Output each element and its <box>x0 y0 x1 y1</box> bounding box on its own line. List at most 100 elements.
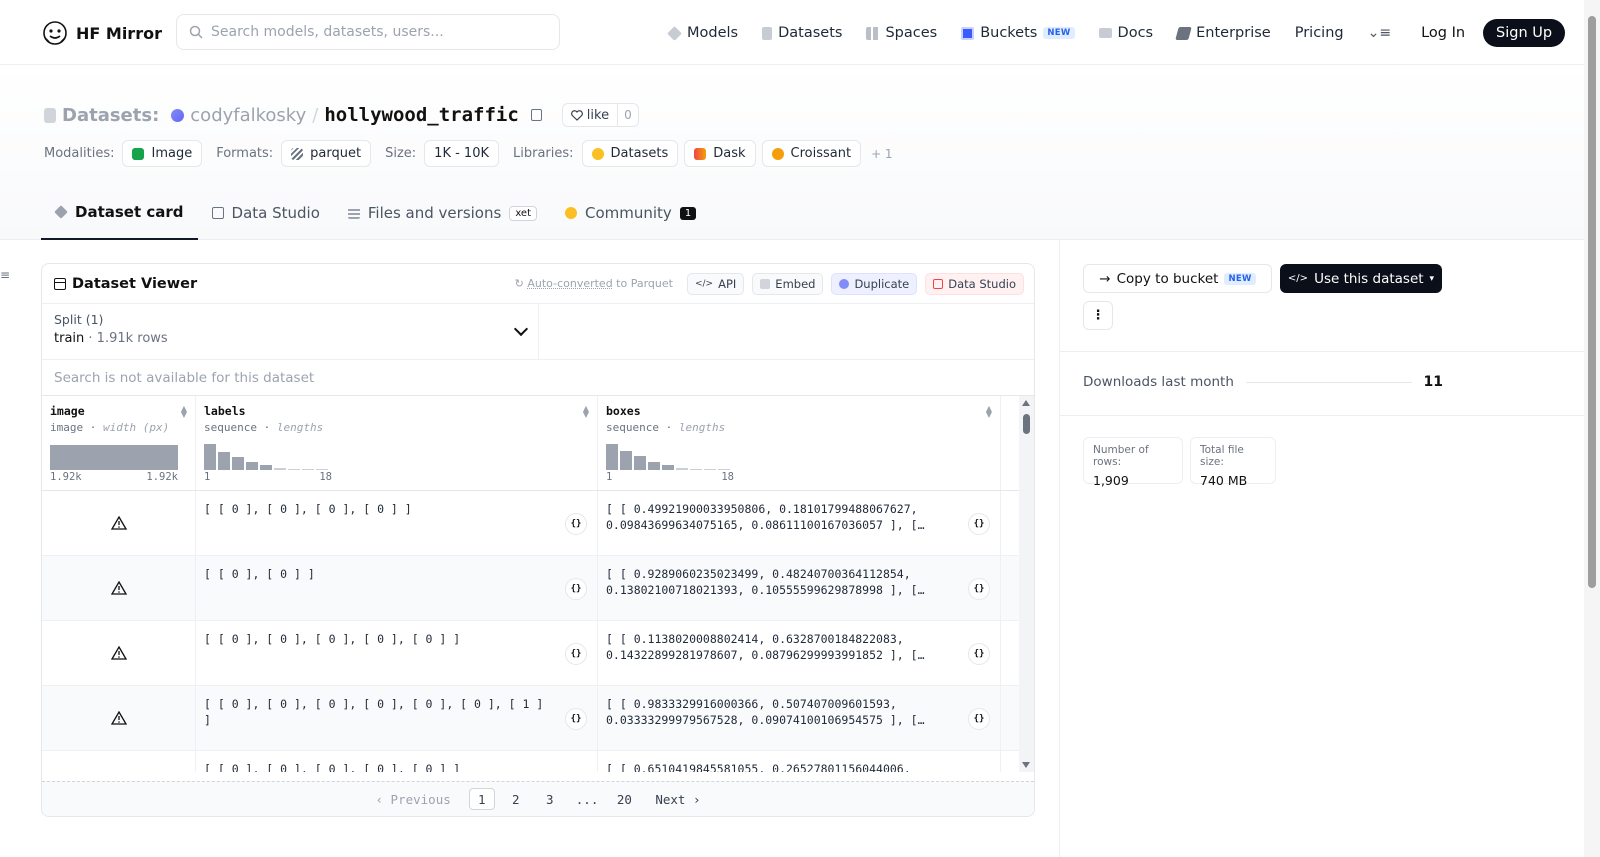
repo-type-label[interactable]: Datasets: <box>62 105 159 126</box>
nav-datasets-label: Datasets <box>778 25 843 41</box>
signup-button[interactable]: Sign Up <box>1483 19 1566 47</box>
column-type: sequence · lengths <box>606 421 726 434</box>
boxes-cell[interactable]: [ [ 0.49921900033950806, 0.1810179948806… <box>598 491 1001 555</box>
page-button-1[interactable]: 1 <box>468 788 495 810</box>
more-options-button[interactable]: ⋮ <box>1083 301 1113 330</box>
table-row[interactable]: [ [ 0 ], [ 0 ], [ 0 ], [ 0 ], [ 0 ] ]{}[… <box>42 621 1034 686</box>
scroll-thumb[interactable] <box>1023 414 1030 434</box>
image-cell[interactable] <box>42 556 196 620</box>
table-row[interactable]: [ [ 0 ], [ 0 ], [ 0 ], [ 0 ], [ 0 ], [ 0… <box>42 686 1034 751</box>
column-histogram[interactable] <box>204 442 589 470</box>
downloads-value: 11 <box>1423 374 1443 390</box>
page-button-20[interactable]: 20 <box>611 788 637 810</box>
image-cell[interactable] <box>42 686 196 750</box>
histogram-bar <box>704 469 716 470</box>
expand-json-icon[interactable]: {} <box>968 513 990 535</box>
like-action[interactable]: like <box>563 104 619 126</box>
scroll-up-icon[interactable] <box>1022 400 1030 406</box>
tab-files[interactable]: Files and versions xet <box>334 186 551 240</box>
data-studio-button[interactable]: Data Studio <box>925 272 1024 295</box>
library-chip-datasets[interactable]: Datasets <box>581 140 679 167</box>
library-chip-croissant[interactable]: Croissant <box>761 140 862 167</box>
copy-to-bucket-button[interactable]: → Copy to bucket NEW <box>1083 264 1272 293</box>
boxes-cell[interactable]: [ [ 0.6510419845581055, 0.26527801156044… <box>598 751 1001 772</box>
search-input[interactable] <box>211 24 541 40</box>
expand-json-icon[interactable]: {} <box>565 708 587 730</box>
labels-cell[interactable]: [ [ 0 ], [ 0 ], [ 0 ], [ 0 ], [ 0 ] ]{} <box>196 751 598 772</box>
tab-community[interactable]: Community 1 <box>551 186 710 240</box>
tab-data-studio[interactable]: Data Studio <box>198 186 334 240</box>
page-button-2[interactable]: 2 <box>503 788 529 810</box>
rows-count-box: Number of rows: 1,909 <box>1083 437 1183 488</box>
image-cell[interactable] <box>42 621 196 685</box>
nav-spaces[interactable]: Spaces <box>866 25 937 41</box>
global-search[interactable] <box>176 14 560 50</box>
nav-docs[interactable]: Docs <box>1098 25 1153 41</box>
labels-cell[interactable]: [ [ 0 ], [ 0 ] ] {} <box>196 556 598 620</box>
table-row[interactable]: [ [ 0 ], [ 0 ] ] {} [ [ 0.9289060235023499… <box>42 556 1034 621</box>
expand-json-icon[interactable]: {} <box>565 578 587 600</box>
use-this-dataset-button[interactable]: </> Use this dataset ▾ <box>1280 264 1442 293</box>
column-header-labels[interactable]: labels sequence · lengths ▲ ▼ 1 18 <box>196 396 598 490</box>
expand-json-icon[interactable]: {} <box>968 578 990 600</box>
expand-json-icon[interactable]: {} <box>565 643 587 665</box>
duplicate-button[interactable]: Duplicate <box>831 272 918 295</box>
column-header-image[interactable]: image image · width (px) ▲ ▼ 1.92k 1.92k <box>42 396 196 490</box>
image-cell[interactable] <box>42 491 196 555</box>
column-histogram[interactable] <box>50 442 187 470</box>
scroll-down-icon[interactable] <box>1022 762 1030 768</box>
library-chip-dask[interactable]: Dask <box>684 140 756 167</box>
previous-page-button[interactable]: ‹ Previous <box>375 792 450 807</box>
histogram-bar <box>718 469 730 470</box>
nav-enterprise[interactable]: Enterprise <box>1175 25 1271 41</box>
nav-datasets[interactable]: Datasets <box>762 25 842 41</box>
page-button-3[interactable]: 3 <box>537 788 563 810</box>
labels-cell[interactable]: [ [ 0 ], [ 0 ], [ 0 ], [ 0 ] ] {} <box>196 491 598 555</box>
nav-pricing[interactable]: Pricing <box>1295 25 1344 41</box>
boxes-cell[interactable]: [ [ 0.1138020008802414, 0.63287001848220… <box>598 621 1001 685</box>
boxes-cell[interactable]: [ [ 0.9289060235023499, 0.48240700364112… <box>598 556 1001 620</box>
image-cell[interactable] <box>42 751 196 772</box>
sort-icon[interactable]: ▲ ▼ <box>583 405 589 419</box>
table-row[interactable]: [ [ 0 ], [ 0 ], [ 0 ], [ 0 ], [ 0 ] ]{}[… <box>42 751 1034 772</box>
embed-button[interactable]: Embed <box>752 272 824 295</box>
labels-cell[interactable]: [ [ 0 ], [ 0 ], [ 0 ], [ 0 ], [ 0 ] ]{} <box>196 621 598 685</box>
brand-logo[interactable]: HF Mirror <box>42 20 162 46</box>
page-scrollbar[interactable] <box>1584 0 1600 857</box>
nav-buckets[interactable]: Buckets NEW <box>961 25 1075 41</box>
labels-value: [ [ 0 ], [ 0 ] ] <box>204 567 315 581</box>
split-selector[interactable]: Split (1) train · 1.91k rows <box>42 304 539 359</box>
more-libraries[interactable]: + 1 <box>871 147 893 161</box>
sort-icon[interactable]: ▲ ▼ <box>181 405 187 419</box>
repo-name[interactable]: hollywood_traffic <box>324 104 518 126</box>
expand-json-icon[interactable]: {} <box>968 708 990 730</box>
boxes-cell[interactable]: [ [ 0.9833329916000366, 0.50740700960159… <box>598 686 1001 750</box>
to-parquet-text: to Parquet <box>612 277 673 290</box>
table-row[interactable]: [ [ 0 ], [ 0 ], [ 0 ], [ 0 ] ] {} [ [ 0.49… <box>42 491 1034 556</box>
modality-chip-image[interactable]: Image <box>122 140 203 167</box>
auto-converted-link[interactable]: Auto-converted <box>527 277 612 290</box>
like-button[interactable]: like 0 <box>561 103 639 127</box>
expand-json-icon[interactable]: {} <box>968 643 990 665</box>
tab-dataset-card[interactable]: Dataset card <box>41 186 198 240</box>
next-page-button[interactable]: Next › <box>655 792 700 807</box>
expand-json-icon[interactable]: {} <box>565 513 587 535</box>
column-header-boxes[interactable]: boxes sequence · lengths ▲ ▼ 1 18 <box>598 396 1001 490</box>
warning-icon <box>110 581 127 595</box>
labels-cell[interactable]: [ [ 0 ], [ 0 ], [ 0 ], [ 0 ], [ 0 ], [ 0… <box>196 686 598 750</box>
auto-converted-note[interactable]: ↻ Auto-converted to Parquet <box>515 277 673 290</box>
login-link[interactable]: Log In <box>1421 25 1465 41</box>
column-histogram[interactable] <box>606 442 992 470</box>
api-button[interactable]: </> API <box>686 272 745 295</box>
nav-models[interactable]: Models <box>667 25 738 41</box>
copy-icon[interactable] <box>530 109 542 121</box>
histogram-bar <box>634 456 646 470</box>
sidebar-toggle-icon[interactable]: ≡ <box>0 268 10 282</box>
page-scroll-thumb[interactable] <box>1588 16 1596 588</box>
repo-owner[interactable]: codyfalkosky <box>190 105 306 126</box>
sort-icon[interactable]: ▲ ▼ <box>986 405 992 419</box>
more-menu-icon[interactable]: ⌄≡ <box>1368 25 1391 41</box>
table-scrollbar[interactable] <box>1019 396 1034 772</box>
size-chip[interactable]: 1K - 10K <box>424 140 499 167</box>
format-chip-parquet[interactable]: parquet <box>281 140 372 167</box>
